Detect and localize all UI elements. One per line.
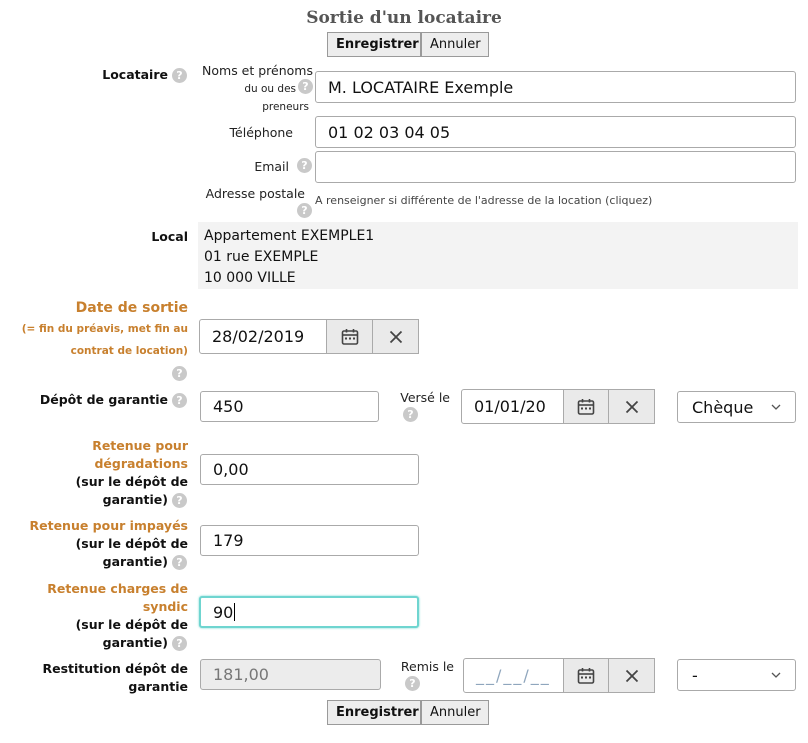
retenue-charges-sub2: garantie) bbox=[102, 635, 168, 650]
retenue-degradations-label2: dégradations bbox=[94, 456, 188, 471]
verse-label: Versé le bbox=[400, 390, 450, 405]
retenue-degradations-sub2: garantie) bbox=[102, 492, 168, 507]
names-label-line2: du ou des bbox=[244, 83, 296, 95]
names-label: Noms et prénoms bbox=[202, 63, 313, 78]
names-label-line3: preneurs bbox=[262, 101, 309, 113]
address-label: Adresse postale bbox=[205, 186, 305, 201]
address-note-link[interactable]: A renseigner si différente de l'adresse … bbox=[315, 194, 652, 207]
depot-label: Dépôt de garantie bbox=[39, 392, 168, 407]
clear-icon[interactable] bbox=[608, 658, 655, 693]
retenue-impayes-input[interactable]: 179 bbox=[200, 525, 419, 556]
email-input[interactable] bbox=[315, 151, 796, 183]
help-icon[interactable]: ? bbox=[172, 636, 187, 651]
phone-input[interactable]: 01 02 03 04 05 bbox=[315, 116, 796, 148]
retenue-charges-input[interactable]: 90 bbox=[199, 596, 419, 628]
retenue-degradations-label1: Retenue pour bbox=[92, 438, 188, 453]
date-sortie-sub2: contrat de location) bbox=[70, 345, 188, 357]
chevron-down-icon bbox=[771, 672, 781, 678]
verse-date-input[interactable]: 01/01/20 bbox=[461, 389, 564, 424]
help-icon[interactable]: ? bbox=[403, 407, 418, 422]
page-title: Sortie d'un locataire bbox=[306, 8, 502, 28]
help-icon[interactable]: ? bbox=[297, 203, 312, 218]
calendar-icon[interactable] bbox=[326, 319, 373, 354]
retenue-impayes-sub2: garantie) bbox=[102, 554, 168, 569]
retenue-charges-value: 90 bbox=[213, 602, 234, 622]
remis-date-input[interactable]: __/__/__ bbox=[463, 658, 564, 693]
calendar-icon[interactable] bbox=[563, 389, 609, 424]
retenue-charges-label1: Retenue charges de bbox=[47, 581, 188, 596]
local-line: Appartement EXEMPLE1 bbox=[204, 228, 375, 244]
restitution-input: 181,00 bbox=[200, 659, 381, 690]
phone-label: Téléphone bbox=[229, 125, 293, 140]
local-line: 01 rue EXEMPLE bbox=[204, 249, 319, 265]
help-icon[interactable]: ? bbox=[172, 393, 187, 408]
help-icon[interactable]: ? bbox=[298, 79, 313, 94]
restitution-label2: garantie bbox=[128, 679, 188, 694]
chevron-down-icon bbox=[771, 404, 781, 410]
help-icon[interactable]: ? bbox=[172, 493, 187, 508]
save-button-top[interactable]: Enregistrer bbox=[327, 32, 421, 57]
retenue-charges-sub1: (sur le dépôt de bbox=[75, 617, 188, 632]
names-input[interactable]: M. LOCATAIRE Exemple bbox=[315, 71, 796, 103]
email-label: Email bbox=[254, 159, 289, 174]
local-address: Appartement EXEMPLE1 01 rue EXEMPLE 10 0… bbox=[198, 222, 798, 289]
locataire-label: Locataire bbox=[102, 67, 168, 82]
help-icon[interactable]: ? bbox=[405, 676, 420, 691]
help-icon[interactable]: ? bbox=[297, 158, 312, 173]
retenue-charges-label2: syndic bbox=[142, 599, 188, 614]
payment-method-select[interactable]: Chèque bbox=[677, 391, 796, 423]
retenue-degradations-input[interactable]: 0,00 bbox=[200, 454, 419, 485]
clear-icon[interactable] bbox=[608, 389, 655, 424]
date-sortie-label: Date de sortie bbox=[75, 300, 188, 316]
local-line: 10 000 VILLE bbox=[204, 270, 296, 286]
help-icon[interactable]: ? bbox=[172, 555, 187, 570]
remis-method-value: - bbox=[692, 665, 698, 685]
calendar-icon[interactable] bbox=[563, 658, 609, 693]
payment-method-value: Chèque bbox=[692, 397, 754, 417]
cancel-button-bottom[interactable]: Annuler bbox=[421, 700, 489, 725]
date-sortie-sub1: (= fin du préavis, met fin au bbox=[21, 323, 188, 335]
restitution-label1: Restitution dépôt de bbox=[42, 661, 189, 676]
help-icon[interactable]: ? bbox=[172, 68, 187, 83]
text-cursor bbox=[234, 603, 236, 621]
retenue-impayes-label: Retenue pour impayés bbox=[29, 518, 188, 533]
remis-method-select[interactable]: - bbox=[677, 659, 796, 691]
retenue-impayes-sub1: (sur le dépôt de bbox=[75, 536, 188, 551]
depot-input[interactable]: 450 bbox=[200, 391, 379, 422]
retenue-degradations-sub1: (sur le dépôt de bbox=[75, 474, 188, 489]
save-button-bottom[interactable]: Enregistrer bbox=[327, 700, 421, 725]
help-icon[interactable]: ? bbox=[172, 366, 187, 381]
clear-icon[interactable] bbox=[372, 319, 419, 354]
cancel-button-top[interactable]: Annuler bbox=[421, 32, 489, 57]
local-label: Local bbox=[151, 229, 188, 244]
remis-label: Remis le bbox=[400, 659, 454, 674]
date-sortie-input[interactable]: 28/02/2019 bbox=[199, 319, 327, 354]
